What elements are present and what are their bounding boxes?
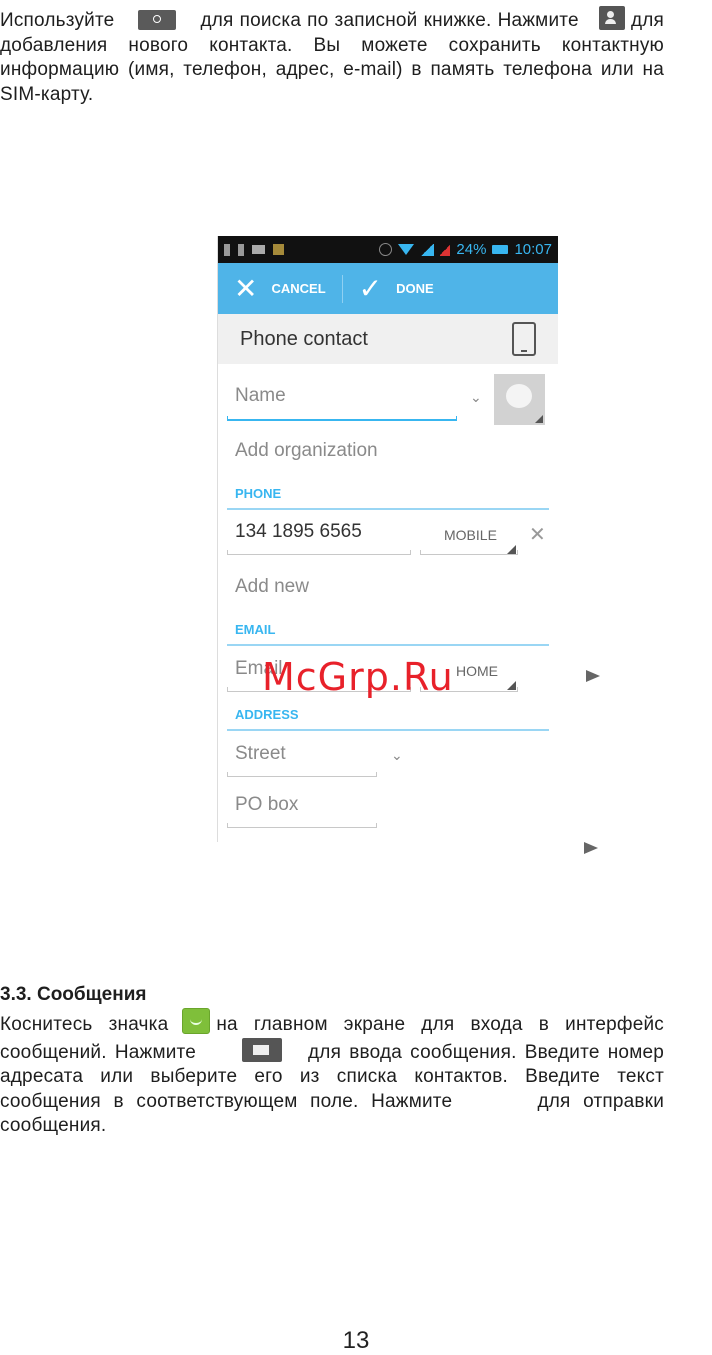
send-icon (584, 842, 598, 854)
no-signal-icon (440, 243, 451, 256)
messages-paragraph: Коснитесь значка на главном экране для вх… (0, 1008, 664, 1139)
name-underline (227, 416, 457, 421)
signal-icon (420, 243, 435, 256)
phone-type-underline (420, 550, 518, 555)
email-section-header: EMAIL (235, 622, 276, 637)
phone-number-field[interactable]: 134 1895 6565 (235, 521, 362, 543)
phone-screenshot: 24% 10:07 ✕ CANCEL ✓ DONE Phone contact … (217, 236, 558, 842)
done-label: DONE (396, 281, 434, 296)
messages-text-1: Коснитесь значка (0, 1014, 169, 1035)
name-input[interactable]: Name (235, 385, 286, 407)
messages-text-2: на главном экране для входа в интерфейс (216, 1014, 664, 1035)
check-icon: ✓ (358, 272, 383, 304)
mail-icon (252, 245, 265, 254)
close-icon: ✕ (234, 272, 258, 304)
done-button[interactable]: ✓ DONE (343, 263, 450, 314)
remove-phone-icon[interactable]: ✕ (529, 522, 546, 547)
account-row[interactable]: Phone contact (218, 314, 558, 364)
gallery-icon (273, 244, 284, 255)
section-divider (227, 508, 549, 510)
phone-type-select[interactable]: MOBILE (444, 527, 497, 543)
phone-section-header: PHONE (235, 486, 282, 501)
chevron-down-icon[interactable]: ⌄ (470, 389, 482, 406)
section-title: 3.3. Сообщения (0, 984, 147, 1005)
cancel-label: CANCEL (271, 281, 326, 296)
messages-text-3: сообщений. Нажмите (0, 1041, 197, 1063)
alarm-icon (379, 243, 393, 256)
account-label: Phone contact (240, 327, 368, 350)
phone-device-icon (512, 322, 536, 356)
intro-text-2: для поиска по записной книжке. Нажмите (200, 10, 579, 31)
send-icon (586, 670, 600, 682)
new-message-icon (242, 1037, 283, 1062)
avatar[interactable] (494, 374, 545, 425)
cancel-button[interactable]: ✕ CANCEL (218, 263, 342, 314)
messaging-icon (182, 1008, 211, 1034)
status-bar: 24% 10:07 (218, 236, 558, 263)
dropdown-triangle-icon (507, 545, 516, 554)
add-organization-button[interactable]: Add organization (235, 440, 378, 462)
section-divider (227, 729, 549, 731)
section-divider (227, 644, 549, 646)
action-bar: ✕ CANCEL ✓ DONE (218, 263, 558, 314)
po-box-underline (227, 823, 377, 828)
search-icon (138, 10, 177, 30)
add-new-phone-button[interactable]: Add new (235, 576, 309, 598)
battery-percent: 24% (456, 241, 487, 258)
usb-icon (224, 243, 230, 256)
page-number: 13 (342, 1327, 370, 1354)
watermark: McGrp.Ru (262, 655, 454, 699)
phone-underline (227, 550, 411, 555)
address-section-header: ADDRESS (235, 707, 299, 722)
debug-icon (238, 243, 244, 256)
dropdown-triangle-icon (507, 681, 516, 690)
battery-icon (492, 245, 509, 254)
status-time: 10:07 (514, 241, 552, 258)
po-box-input[interactable]: PO box (235, 794, 298, 816)
street-underline (227, 772, 377, 777)
add-contact-icon (598, 6, 625, 30)
wifi-icon (398, 244, 415, 255)
intro-paragraph: Используйте для поиска по записной книжке… (0, 6, 664, 107)
chevron-down-icon[interactable]: ⌄ (391, 747, 403, 764)
intro-text-1: Используйте (0, 10, 115, 31)
email-type-select[interactable]: HOME (456, 663, 498, 679)
street-input[interactable]: Street (235, 743, 286, 765)
